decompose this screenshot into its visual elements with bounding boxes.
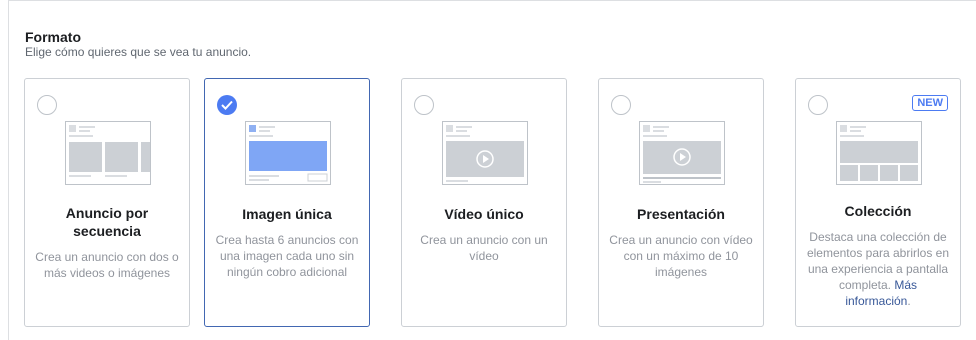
format-card-slideshow[interactable]: Presentación Crea un anuncio con vídeo c… <box>598 78 764 327</box>
card-description: Destaca una colección de elementos para … <box>806 229 950 309</box>
radio-button[interactable] <box>37 95 57 115</box>
new-badge: NEW <box>912 95 948 111</box>
card-title: Vídeo único <box>444 206 524 222</box>
radio-button[interactable] <box>611 95 631 115</box>
card-title: Anuncio por secuencia <box>65 205 149 239</box>
video-preview-icon <box>442 121 528 185</box>
format-card-single-image[interactable]: Imagen única Crea hasta 6 anuncios con u… <box>204 78 370 327</box>
radio-button[interactable] <box>808 95 828 115</box>
card-description-text: Destaca una colección de elementos para … <box>806 230 950 292</box>
format-card-carousel[interactable]: Anuncio por secuencia Crea un anuncio co… <box>24 78 190 327</box>
format-card-single-video[interactable]: Vídeo único Crea un anuncio con un vídeo <box>401 78 567 327</box>
radio-button-checked[interactable] <box>217 95 237 115</box>
card-title: Imagen única <box>242 206 332 222</box>
card-description: Crea un anuncio con vídeo con un máximo … <box>609 233 753 279</box>
single-image-preview-icon <box>245 121 331 185</box>
card-description: Crea un anuncio con un vídeo <box>420 233 548 263</box>
section-subtitle: Elige cómo quieres que se vea tu anuncio… <box>25 45 252 59</box>
checkmark-icon <box>221 100 233 110</box>
card-title: Colección <box>844 203 912 219</box>
carousel-preview-icon <box>65 121 151 185</box>
section-title: Formato <box>25 29 81 45</box>
radio-button[interactable] <box>414 95 434 115</box>
card-title: Presentación <box>637 206 725 222</box>
card-description: Crea un anuncio con dos o más videos o i… <box>35 250 179 280</box>
card-description: Crea hasta 6 anuncios con una imagen cad… <box>215 233 359 279</box>
slideshow-preview-icon <box>639 121 725 185</box>
format-card-collection[interactable]: NEW Colección Destaca una colección de e… <box>795 78 961 327</box>
period-text: . <box>907 294 911 308</box>
collection-preview-icon <box>836 121 922 185</box>
